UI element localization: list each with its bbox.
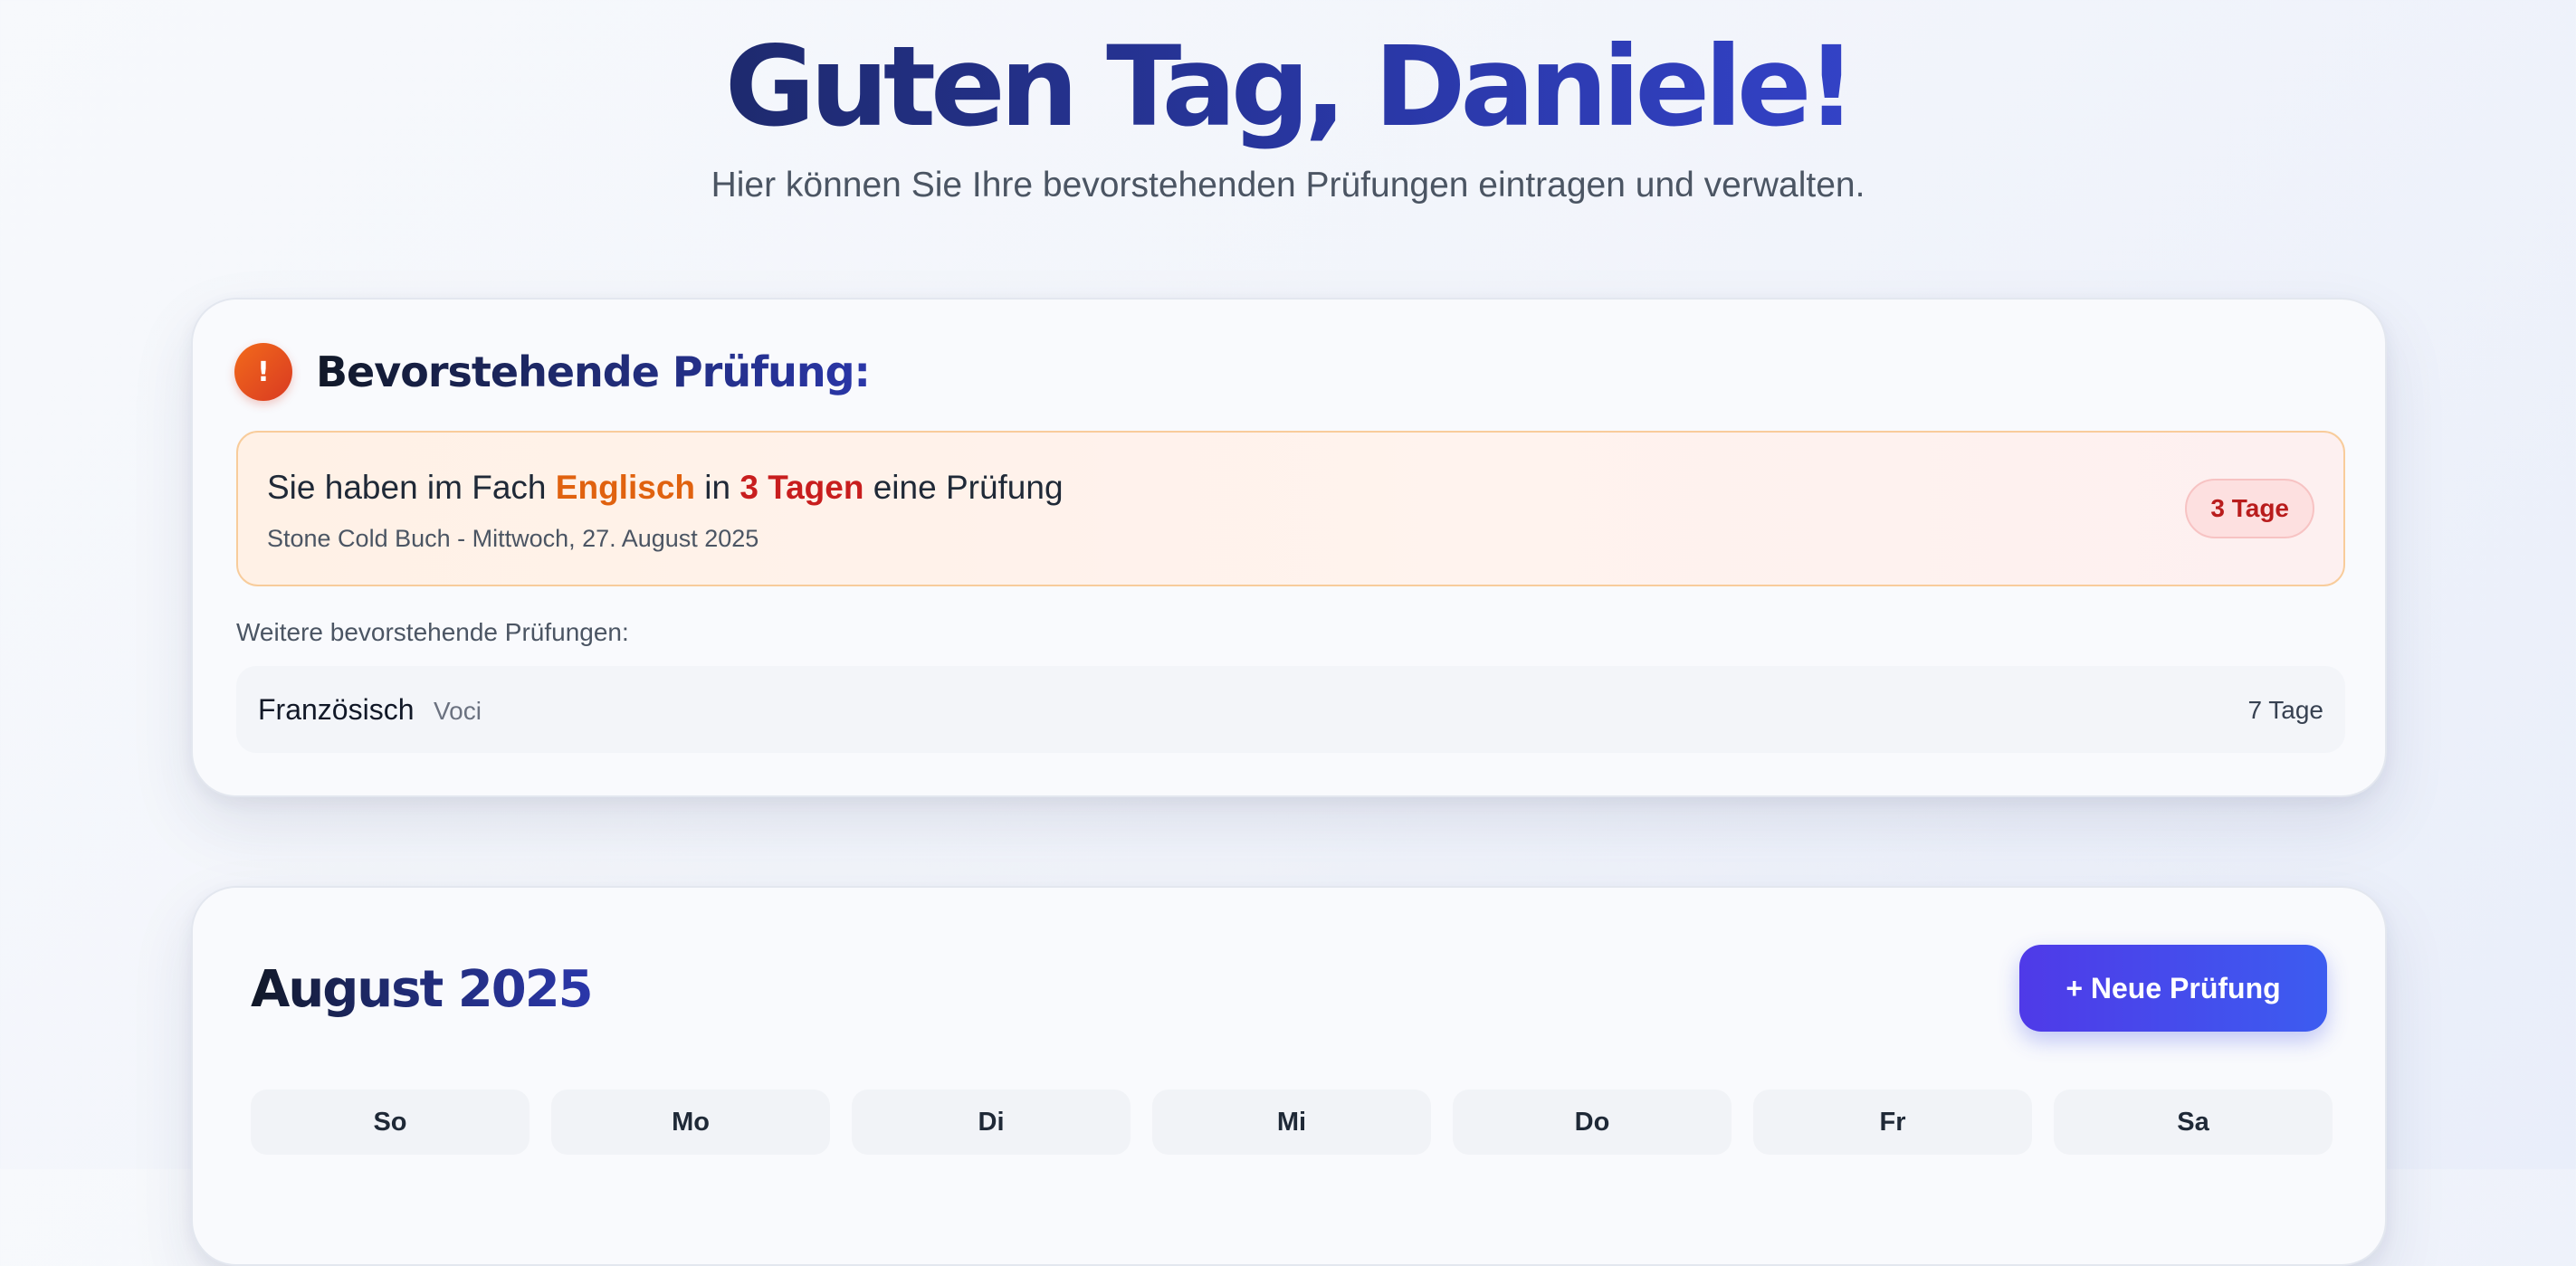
exclamation-icon: ! xyxy=(234,343,292,401)
next-exam-detail: Stone Cold Buch - Mittwoch, 27. August 2… xyxy=(267,525,759,552)
next-exam-days: 3 Tagen xyxy=(739,469,864,506)
weekday-friday: Fr xyxy=(1753,1090,2032,1155)
message-in: in xyxy=(695,469,740,506)
greeting-text: Guten Tag, Daniele! xyxy=(724,23,1857,151)
page-title: Guten Tag, Daniele! xyxy=(0,24,2576,150)
next-exam-subject: Englisch xyxy=(555,469,695,506)
upcoming-header: ! Bevorstehende Prüfung: xyxy=(234,343,871,401)
weekday-sunday: So xyxy=(251,1090,530,1155)
weekday-tuesday: Di xyxy=(852,1090,1131,1155)
days-remaining-badge: 3 Tage xyxy=(2185,479,2314,538)
message-suffix: eine Prüfung xyxy=(863,469,1064,506)
weekday-header-row: So Mo Di Mi Do Fr Sa xyxy=(251,1090,2333,1155)
exam-subject: Französisch xyxy=(258,693,415,726)
next-exam-highlight[interactable]: Sie haben im Fach Englisch in 3 Tagen ei… xyxy=(236,431,2345,586)
weekday-saturday: Sa xyxy=(2054,1090,2333,1155)
further-exams-label: Weitere bevorstehende Prüfungen: xyxy=(236,618,629,646)
calendar-month-title: August 2025 xyxy=(251,960,594,1019)
list-item[interactable]: Französisch Voci 7 Tage xyxy=(236,666,2345,753)
weekday-wednesday: Mi xyxy=(1152,1090,1431,1155)
upcoming-exams-card: ! Bevorstehende Prüfung: Sie haben im Fa… xyxy=(191,298,2387,797)
upcoming-title: Bevorstehende Prüfung: xyxy=(316,347,871,396)
message-prefix: Sie haben im Fach xyxy=(267,469,556,506)
exam-days-remaining: 7 Tage xyxy=(2247,696,2323,724)
new-exam-button[interactable]: + Neue Prüfung xyxy=(2019,945,2327,1032)
calendar-card: August 2025 + Neue Prüfung So Mo Di Mi D… xyxy=(191,886,2387,1266)
next-exam-message: Sie haben im Fach Englisch in 3 Tagen ei… xyxy=(267,469,1064,507)
exam-topic: Voci xyxy=(434,697,482,725)
page-subtitle: Hier können Sie Ihre bevorstehenden Prüf… xyxy=(711,166,1865,205)
weekday-monday: Mo xyxy=(551,1090,830,1155)
weekday-thursday: Do xyxy=(1453,1090,1732,1155)
